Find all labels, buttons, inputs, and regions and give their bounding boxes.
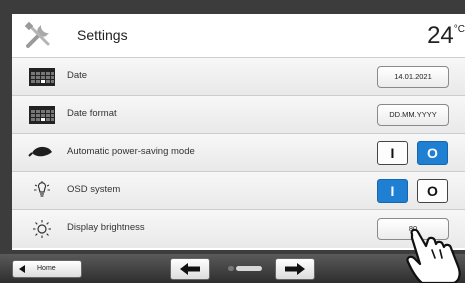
page-dot-active	[236, 266, 262, 271]
osd-toggle: I O	[377, 179, 449, 203]
toggle-off-option[interactable]: O	[417, 179, 448, 203]
temperature-unit: °C	[453, 24, 465, 35]
page-dot	[228, 266, 234, 271]
next-page-button[interactable]	[275, 258, 315, 280]
screen: Settings 24°C Date 14.01.2021 Date forma…	[0, 0, 465, 283]
date-value-button[interactable]: 14.01.2021	[377, 66, 449, 88]
arrow-right-icon	[285, 263, 305, 275]
home-button[interactable]: Home	[12, 260, 82, 278]
header: Settings 24°C	[12, 14, 465, 58]
temperature-value: 24	[427, 22, 454, 49]
row-date: Date 14.01.2021	[12, 58, 465, 96]
leaf-icon	[28, 146, 52, 157]
sun-icon	[33, 220, 51, 238]
home-label: Home	[37, 265, 56, 272]
row-label: Automatic power-saving mode	[67, 146, 195, 157]
arrow-left-icon	[180, 263, 200, 275]
page-title: Settings	[77, 27, 128, 43]
previous-page-button[interactable]	[170, 258, 210, 280]
toggle-on-option[interactable]: I	[377, 179, 408, 203]
tools-icon	[24, 21, 50, 48]
date-format-button[interactable]: DD.MM.YYYY	[377, 104, 449, 126]
page-indicator	[228, 266, 262, 271]
temperature-readout: 24°C	[427, 22, 465, 50]
row-date-format: Date format DD.MM.YYYY	[12, 96, 465, 134]
toggle-on-option[interactable]: I	[377, 141, 408, 165]
toggle-off-option[interactable]: O	[417, 141, 448, 165]
row-osd-system: OSD system I O	[12, 172, 465, 210]
calendar-icon	[29, 106, 55, 124]
home-arrow-icon	[19, 265, 25, 273]
calendar-icon	[29, 68, 55, 86]
power-saving-toggle: I O	[377, 141, 449, 165]
row-power-saving: Automatic power-saving mode I O	[12, 134, 465, 172]
row-label: Display brightness	[67, 222, 145, 233]
lightbulb-icon	[34, 181, 50, 197]
row-label: Date	[67, 70, 88, 81]
pointing-hand-icon	[406, 228, 461, 283]
row-label: OSD system	[67, 184, 121, 195]
row-label: Date format	[67, 108, 117, 119]
